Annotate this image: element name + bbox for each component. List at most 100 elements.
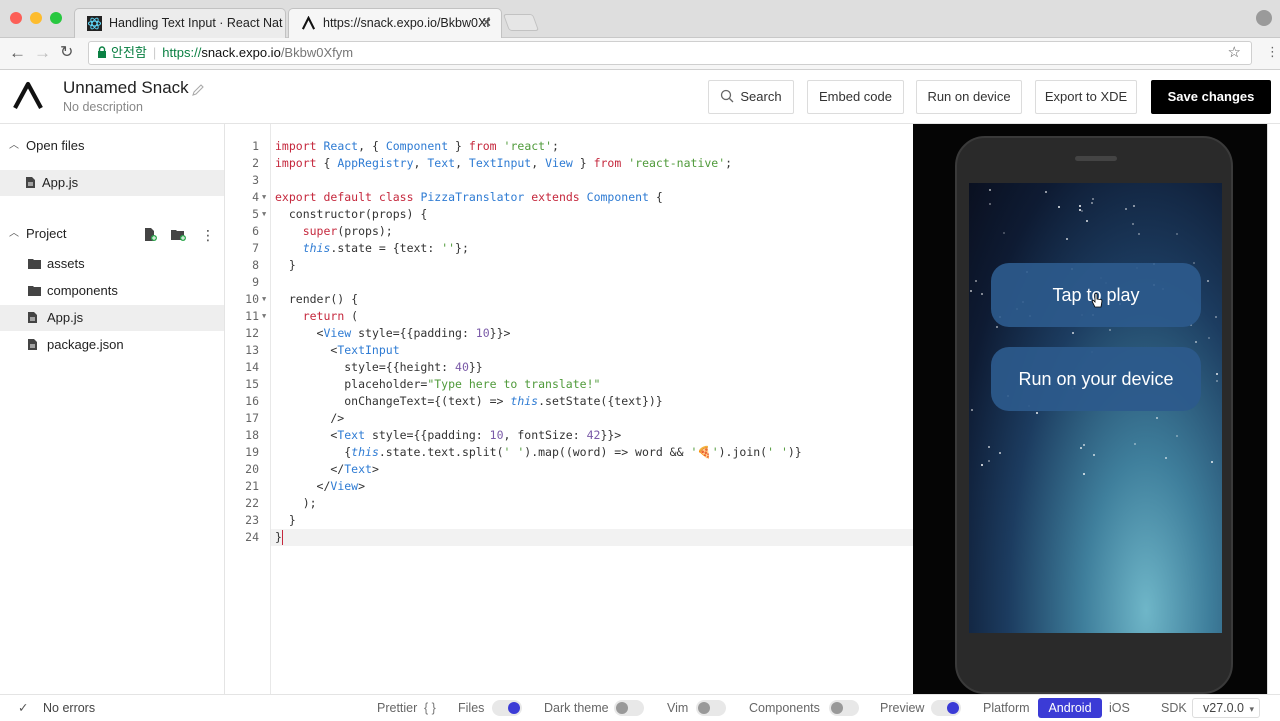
star	[1093, 454, 1095, 456]
fold-toggle-icon[interactable]: ▼	[262, 308, 270, 325]
star	[989, 189, 991, 191]
fold-toggle-icon[interactable]: ▼	[262, 189, 270, 206]
preview-toggle[interactable]	[931, 700, 961, 716]
maximize-window-button[interactable]	[50, 12, 62, 24]
code-line[interactable]: </View>	[275, 478, 366, 495]
embed-code-button[interactable]: Embed code	[807, 80, 904, 114]
new-file-icon[interactable]	[144, 228, 157, 241]
close-tab-icon[interactable]: ✕	[481, 9, 492, 37]
star	[988, 460, 990, 462]
open-file-item[interactable]: App.js	[0, 170, 224, 196]
file-icon	[26, 177, 35, 188]
code-line[interactable]: <View style={{padding: 10}}>	[275, 325, 511, 342]
edit-pencil-icon[interactable]	[191, 83, 205, 97]
run-on-your-device-button[interactable]: Run on your device	[991, 347, 1201, 411]
url-host: snack.expo.io	[201, 45, 281, 60]
back-icon[interactable]: ←	[9, 43, 26, 63]
save-changes-button[interactable]: Save changes	[1151, 80, 1271, 114]
search-button[interactable]: Search	[708, 80, 794, 114]
star	[1216, 380, 1218, 382]
platform-android-button[interactable]: Android	[1038, 698, 1102, 718]
prettier-braces-icon[interactable]: { }	[424, 695, 436, 721]
browser-tab-snack[interactable]: https://snack.expo.io/Bkbw0Xf ✕	[288, 8, 502, 38]
star	[1072, 332, 1074, 334]
star	[1134, 443, 1136, 445]
project-item-package-json[interactable]: package.json	[0, 332, 224, 358]
menu-icon[interactable]: ⋮	[1266, 44, 1279, 60]
project-label: Project	[26, 226, 67, 241]
star	[1091, 202, 1093, 204]
phone-screen[interactable]: Tap to play Run on your device	[969, 183, 1222, 633]
browser-tab-react-native[interactable]: Handling Text Input · React Nat	[74, 8, 286, 38]
code-line[interactable]: {this.state.text.split(' ').map((word) =…	[275, 444, 802, 461]
code-line[interactable]: onChangeText={(text) => this.setState({t…	[275, 393, 663, 410]
project-item-app-js[interactable]: App.js	[0, 305, 224, 331]
export-to-xde-button[interactable]: Export to XDE	[1035, 80, 1137, 114]
code-line[interactable]: import React, { Component } from 'react'…	[275, 138, 559, 155]
url-field[interactable]: 안전함 | https://snack.expo.io/Bkbw0Xfym ☆	[88, 41, 1252, 65]
code-line[interactable]: <Text style={{padding: 10, fontSize: 42}…	[275, 427, 621, 444]
star	[1086, 220, 1088, 222]
expo-logo-icon[interactable]	[12, 81, 44, 111]
new-folder-icon[interactable]	[171, 229, 186, 241]
bookmark-star-icon[interactable]: ☆	[1228, 42, 1241, 64]
code-line[interactable]: render() {	[275, 291, 358, 308]
vim-toggle[interactable]	[696, 700, 726, 716]
code-line[interactable]: super(props);	[275, 223, 393, 240]
vim-label: Vim	[667, 701, 689, 715]
line-number: 19	[245, 445, 259, 459]
open-files-header[interactable]: ︿ Open files	[0, 133, 224, 159]
profile-icon[interactable]	[1256, 10, 1272, 26]
more-options-icon[interactable]: ⋮	[201, 227, 215, 244]
url-scheme: https://	[162, 45, 202, 60]
code-line[interactable]: constructor(props) {	[275, 206, 427, 223]
minimize-window-button[interactable]	[30, 12, 42, 24]
fold-toggle-icon[interactable]: ▼	[262, 206, 270, 223]
code-line[interactable]: }	[275, 529, 282, 546]
line-number: 16	[245, 394, 259, 408]
platform-ios-button[interactable]: iOS	[1109, 695, 1130, 721]
fold-toggle-icon[interactable]: ▼	[262, 291, 270, 308]
status-footer: ✓ No errors Prettier { } Files Dark them…	[0, 694, 1280, 720]
code-line[interactable]: return (	[275, 308, 358, 325]
code-line[interactable]: </Text>	[275, 461, 379, 478]
code-line[interactable]: this.state = {text: ''};	[275, 240, 469, 257]
code-line[interactable]: <TextInput	[275, 342, 399, 359]
right-scroll-strip	[1267, 124, 1280, 694]
expo-favicon-icon	[301, 16, 316, 30]
code-line[interactable]: export default class PizzaTranslator ext…	[275, 189, 663, 206]
code-line[interactable]: );	[275, 495, 317, 512]
new-tab-button[interactable]	[502, 14, 540, 31]
code-line[interactable]: placeholder="Type here to translate!"	[275, 376, 600, 393]
sdk-select[interactable]: v27.0.0 ▾	[1192, 698, 1260, 718]
snack-description[interactable]: No description	[63, 100, 143, 114]
preview-label: Preview	[880, 701, 925, 715]
code-line[interactable]: style={{height: 40}}	[275, 359, 483, 376]
files-toggle[interactable]	[492, 700, 522, 716]
star	[1066, 238, 1068, 240]
star	[988, 446, 990, 448]
run-on-device-button[interactable]: Run on device	[916, 80, 1022, 114]
reload-icon[interactable]: ↻	[60, 43, 73, 63]
prettier-label[interactable]: Prettier	[377, 695, 417, 721]
dark-theme-toggle[interactable]	[614, 700, 644, 716]
star	[1036, 412, 1038, 414]
snack-title[interactable]: Unnamed Snack	[63, 78, 189, 98]
components-toggle[interactable]	[829, 700, 859, 716]
address-bar-row: ← → ↻ 안전함 | https://snack.expo.io/Bkbw0Xfy…	[0, 38, 1280, 70]
line-number: 11	[245, 309, 259, 323]
project-item-assets[interactable]: assets	[0, 251, 224, 277]
close-window-button[interactable]	[10, 12, 22, 24]
project-header[interactable]: ︿ Project	[0, 221, 224, 247]
forward-icon[interactable]: →	[34, 43, 51, 63]
code-line[interactable]: }	[275, 257, 296, 274]
star	[1216, 373, 1218, 375]
star	[1003, 232, 1005, 234]
code-line[interactable]: }	[275, 512, 296, 529]
project-item-components[interactable]: components	[0, 278, 224, 304]
code-editor[interactable]: 1 2 3 4 ▼ 5 ▼ 6 7 8 9 10 ▼ 11 ▼ 12 13 14 15 16 17 18 19 20 21 22 2…	[225, 124, 913, 694]
line-number: 1	[252, 139, 259, 153]
code-line[interactable]: import { AppRegistry, Text, TextInput, V…	[275, 155, 732, 172]
code-line[interactable]: />	[275, 410, 344, 427]
line-number: 4	[252, 190, 259, 204]
